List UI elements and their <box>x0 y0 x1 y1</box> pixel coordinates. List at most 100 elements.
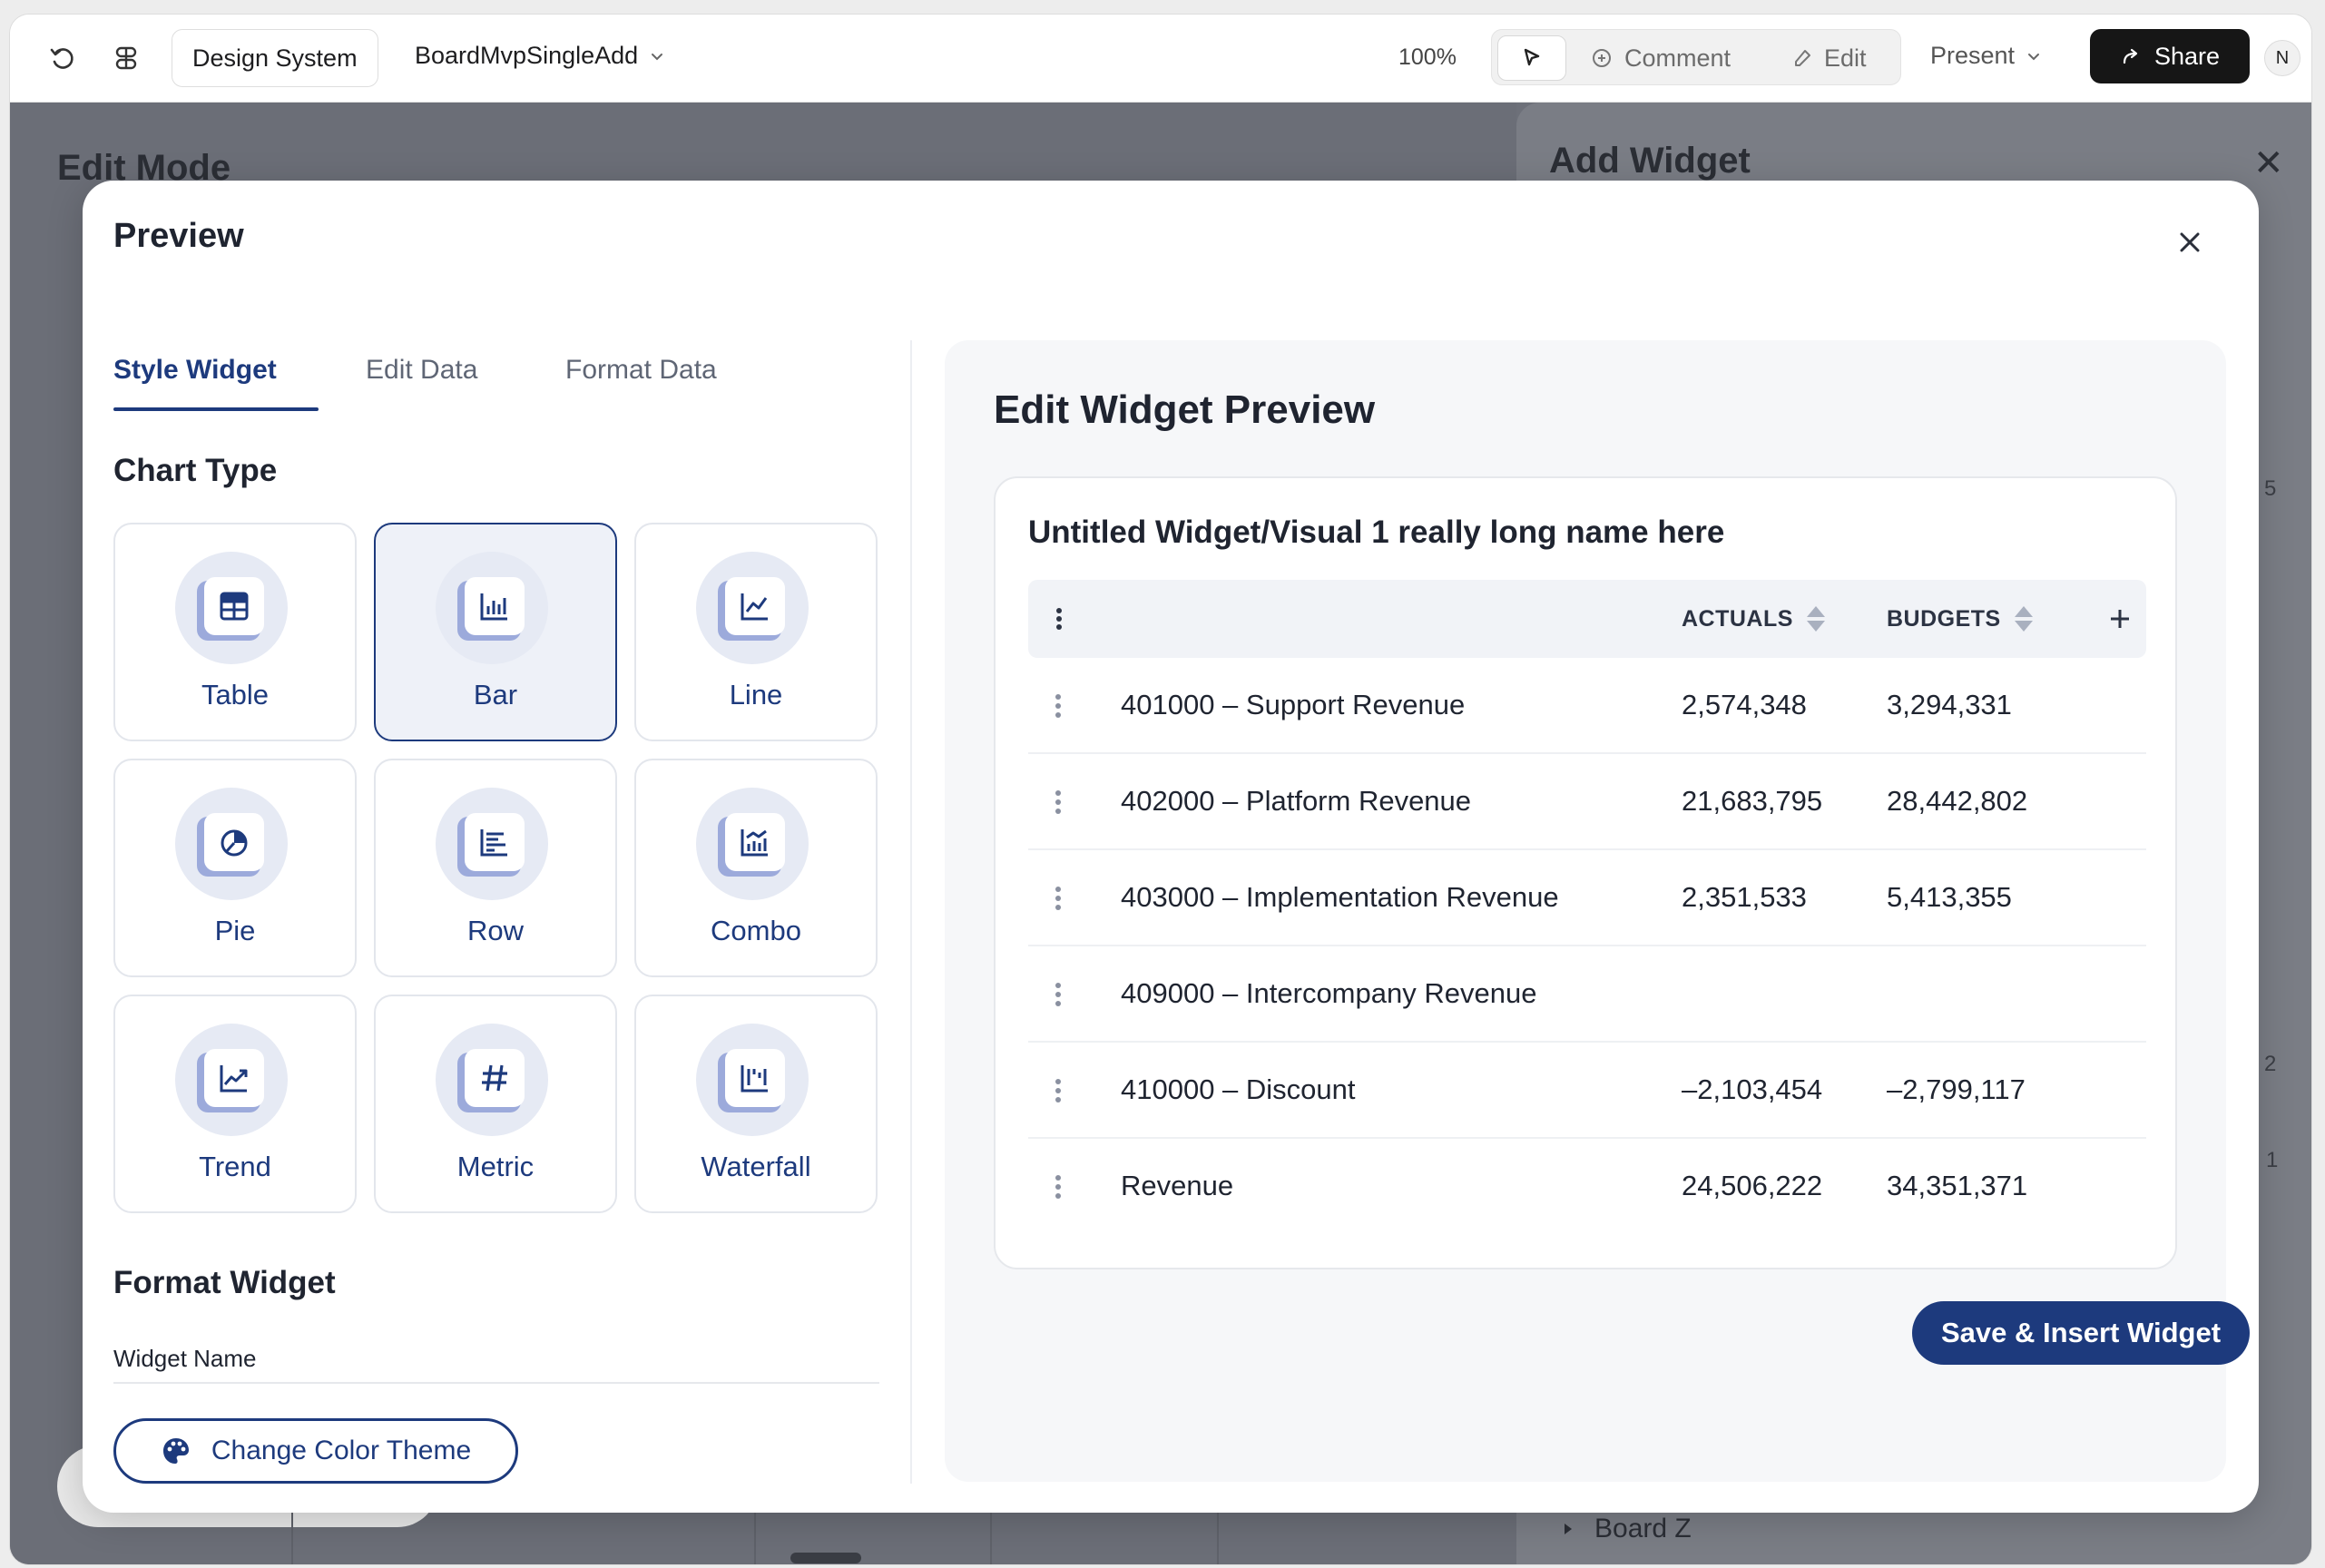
sort-icon <box>2014 606 2033 632</box>
row-actuals: –2,103,454 <box>1682 1073 1823 1105</box>
edit-mode-button[interactable]: Edit <box>1791 30 1867 86</box>
row-menu-icon[interactable] <box>1055 790 1061 814</box>
board-label: Board Z <box>1594 1514 1692 1544</box>
row-menu-icon[interactable] <box>1055 887 1061 910</box>
board-tree-item[interactable]: Board Z <box>1562 1514 1692 1544</box>
save-insert-widget-button[interactable]: Save & Insert Widget <box>1912 1301 2250 1365</box>
chart-type-metric[interactable]: Metric <box>374 995 617 1213</box>
hash-icon <box>436 1024 548 1136</box>
tab-format-data[interactable]: Format Data <box>565 355 717 386</box>
drag-handle[interactable] <box>790 1553 861 1563</box>
table-row[interactable]: 401000 – Support Revenue 2,574,348 3,294… <box>1028 658 2146 754</box>
present-label: Present <box>1930 42 2016 69</box>
row-budgets: 28,442,802 <box>1887 785 2028 817</box>
chart-type-line[interactable]: Line <box>634 523 878 741</box>
chart-type-label: Combo <box>711 915 801 946</box>
line-chart-icon <box>696 552 809 664</box>
project-chip[interactable]: Design System <box>172 29 378 87</box>
table-menu-icon[interactable] <box>1055 580 1063 658</box>
comment-label: Comment <box>1624 44 1731 72</box>
panel-divider <box>910 340 912 1484</box>
column-header-budgets[interactable]: BUDGETS <box>1887 580 2036 658</box>
tab-edit-data[interactable]: Edit Data <box>366 355 477 386</box>
column-header-label: ACTUALS <box>1682 605 1793 632</box>
project-name: Design System <box>192 44 358 72</box>
chart-type-pie[interactable]: Pie <box>113 759 357 977</box>
chevron-down-icon <box>2028 53 2040 60</box>
share-button[interactable]: Share <box>2090 29 2250 83</box>
top-toolbar: Design System BoardMvpSingleAdd 100% Com… <box>10 15 2311 103</box>
table-row[interactable]: 410000 – Discount –2,103,454 –2,799,117 <box>1028 1043 2146 1139</box>
combo-chart-icon <box>696 788 809 900</box>
row-name: 403000 – Implementation Revenue <box>1121 881 1559 913</box>
caret-right-icon <box>1565 1524 1572 1534</box>
chart-type-label: Row <box>466 915 524 946</box>
table-row[interactable]: 409000 – Intercompany Revenue <box>1028 946 2146 1043</box>
background-count: 2 <box>2264 1052 2277 1076</box>
chart-type-label: Pie <box>214 915 256 946</box>
row-actuals: 2,351,533 <box>1682 881 1807 913</box>
chart-type-label: Trend <box>199 1151 271 1182</box>
widget-name-label: Widget Name <box>113 1345 257 1372</box>
comment-mode-button[interactable]: Comment <box>1590 30 1731 86</box>
zoom-level[interactable]: 100% <box>1398 44 1457 71</box>
file-name: BoardMvpSingleAdd <box>415 42 639 69</box>
row-name: 402000 – Platform Revenue <box>1121 785 1472 817</box>
components-icon[interactable] <box>110 42 142 74</box>
change-color-theme-label: Change Color Theme <box>211 1436 472 1465</box>
column-header-actuals[interactable]: ACTUALS <box>1682 580 1828 658</box>
row-name: 409000 – Intercompany Revenue <box>1121 977 1537 1009</box>
bar-chart-icon <box>436 552 548 664</box>
palette-icon <box>162 1438 189 1464</box>
close-icon[interactable] <box>2172 224 2208 260</box>
chart-type-waterfall[interactable]: Waterfall <box>634 995 878 1213</box>
sort-icon <box>1806 606 1825 632</box>
app-window: Design System BoardMvpSingleAdd 100% Com… <box>9 14 2312 1565</box>
row-menu-icon[interactable] <box>1055 694 1061 718</box>
chart-type-row[interactable]: Row <box>374 759 617 977</box>
tab-style-widget[interactable]: Style Widget <box>113 355 277 386</box>
background-count: 1 <box>2266 1148 2279 1172</box>
select-mode-button[interactable] <box>1497 35 1566 81</box>
present-button[interactable]: Present <box>1930 42 2042 70</box>
row-actuals: 2,574,348 <box>1682 689 1807 720</box>
comment-icon <box>1593 49 1611 67</box>
trend-icon <box>175 1024 288 1136</box>
chevron-down-icon <box>652 53 663 60</box>
chart-type-table[interactable]: Table <box>113 523 357 741</box>
share-arrow-icon <box>2123 48 2138 64</box>
chart-type-label: Metric <box>456 1151 535 1182</box>
chart-type-bar[interactable]: Bar <box>374 523 617 741</box>
add-column-icon[interactable] <box>2108 580 2132 658</box>
edit-label: Edit <box>1824 44 1867 72</box>
file-selector[interactable]: BoardMvpSingleAdd <box>415 42 665 70</box>
chart-type-trend[interactable]: Trend <box>113 995 357 1213</box>
close-icon[interactable]: ✕ <box>2253 142 2284 184</box>
widget-card: Untitled Widget/Visual 1 really long nam… <box>994 476 2177 1269</box>
modal-title: Preview <box>113 217 244 255</box>
change-color-theme-button[interactable]: Change Color Theme <box>113 1418 518 1484</box>
widget-name-input[interactable] <box>113 1382 879 1384</box>
preview-modal: Preview Style Widget Edit Data Format Da… <box>83 181 2259 1513</box>
row-name: 401000 – Support Revenue <box>1121 689 1466 720</box>
active-tab-indicator <box>113 407 319 411</box>
chart-type-label: Line <box>729 679 783 710</box>
row-budgets: –2,799,117 <box>1887 1073 2026 1105</box>
share-label: Share <box>2153 42 2221 70</box>
add-widget-title: Add Widget <box>1549 141 1751 181</box>
row-menu-icon[interactable] <box>1055 1175 1061 1199</box>
refresh-icon[interactable] <box>46 42 79 74</box>
row-budgets: 3,294,331 <box>1887 689 2012 720</box>
row-actuals: 21,683,795 <box>1682 785 1823 817</box>
pie-chart-icon <box>175 788 288 900</box>
row-menu-icon[interactable] <box>1055 1079 1061 1102</box>
chart-type-combo[interactable]: Combo <box>634 759 878 977</box>
preview-title: Edit Widget Preview <box>994 387 1376 432</box>
table-row[interactable]: 403000 – Implementation Revenue 2,351,53… <box>1028 850 2146 946</box>
table-row[interactable]: Revenue 24,506,222 34,351,371 <box>1028 1139 2146 1235</box>
avatar[interactable]: N <box>2264 40 2300 76</box>
mode-switcher: Comment Edit <box>1491 29 1901 85</box>
background-count: 5 <box>2264 476 2277 501</box>
row-menu-icon[interactable] <box>1055 983 1061 1006</box>
table-row[interactable]: 402000 – Platform Revenue 21,683,795 28,… <box>1028 754 2146 850</box>
